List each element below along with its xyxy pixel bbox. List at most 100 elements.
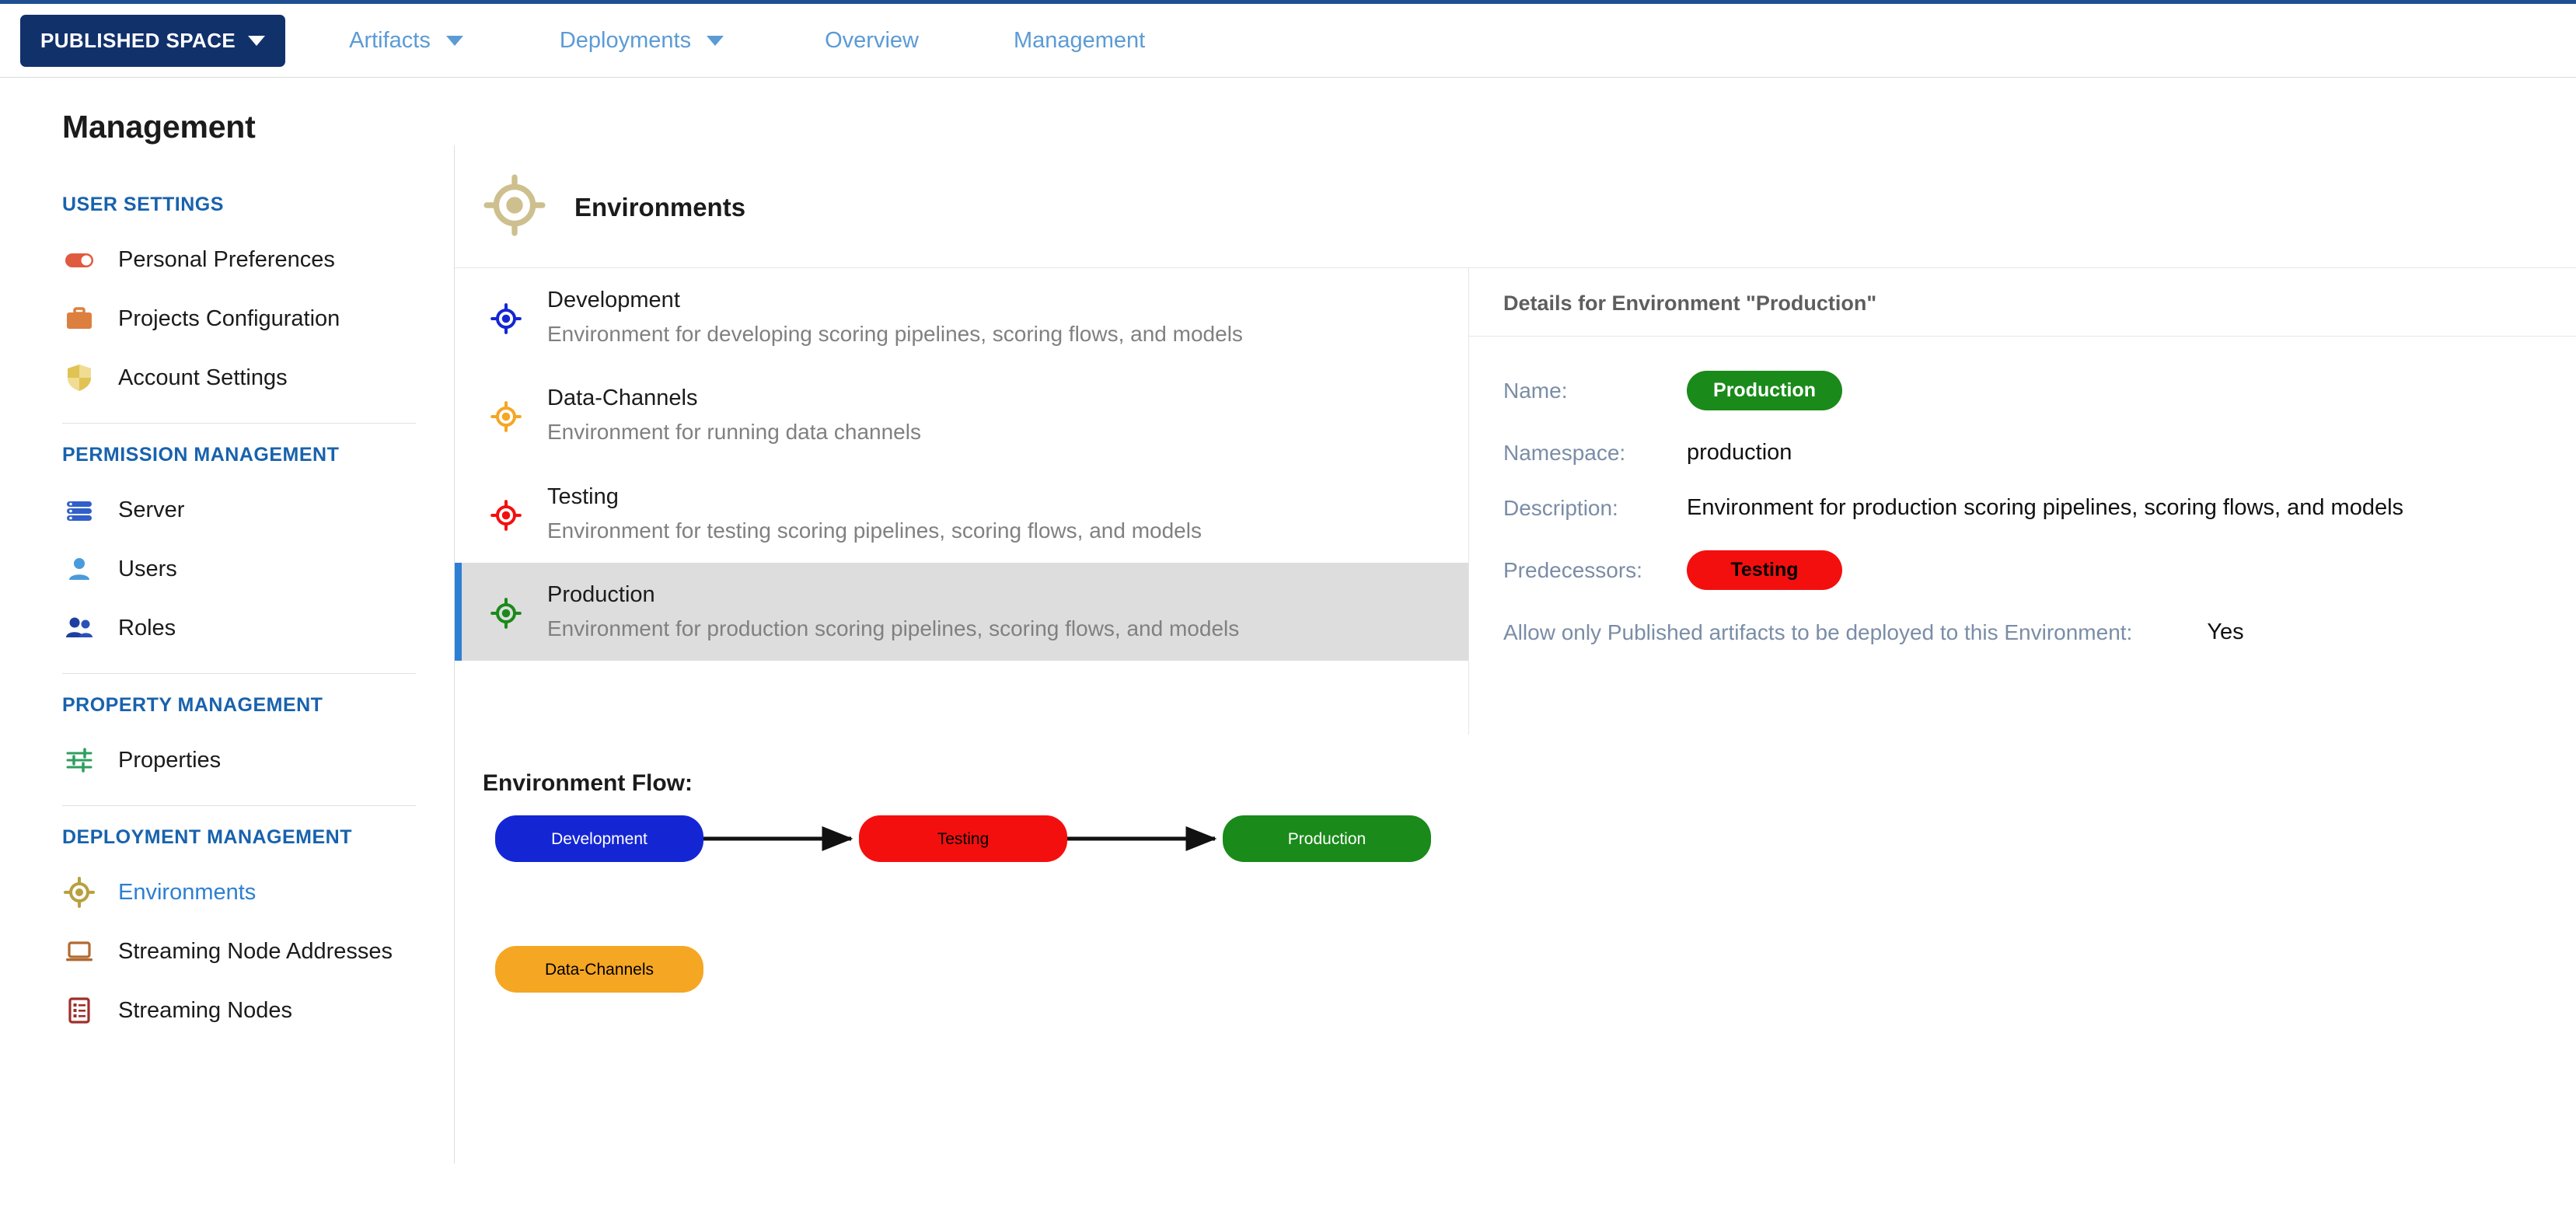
chevron-down-icon: [445, 35, 463, 46]
user-icon: [62, 552, 96, 586]
environment-list-item-data-channels[interactable]: Data-Channels Environment for running da…: [455, 366, 1468, 464]
environment-details-panel: Details for Environment "Production" Nam…: [1469, 268, 2576, 735]
detail-label-predecessors: Predecessors:: [1503, 557, 1642, 582]
detail-label-allow-published: Allow only Published artifacts to be dep…: [1503, 619, 2133, 644]
detail-row-namespace: Namespace: production: [1503, 440, 2576, 466]
sidebar-group-property-management: PROPERTY MANAGEMENT Properties: [0, 674, 454, 806]
sidebar-group-deployment-management: DEPLOYMENT MANAGEMENT Environments Strea…: [0, 806, 454, 1040]
sidebar-group-title-user-settings: USER SETTINGS: [62, 194, 224, 215]
detail-label-name: Name:: [1503, 378, 1568, 403]
detail-label-description: Description:: [1503, 495, 1618, 520]
flow-node-label: Development: [551, 830, 647, 848]
flow-node-label: Production: [1288, 830, 1366, 848]
sidebar-item-projects-configuration[interactable]: Projects Configuration: [0, 289, 454, 348]
page-body: USER SETTINGS Personal Preferences Proje…: [0, 145, 2576, 1164]
detail-row-allow-published: Allow only Published artifacts to be dep…: [1503, 619, 2576, 645]
nav-item-artifacts-label: Artifacts: [349, 27, 431, 53]
environment-details-heading: Details for Environment "Production": [1469, 268, 2576, 337]
crosshair-icon: [490, 400, 524, 437]
shield-icon: [62, 361, 96, 395]
sidebar-item-label: Properties: [118, 747, 222, 773]
crosshair-icon: [490, 499, 524, 536]
environment-name-badge: Production: [1687, 371, 1842, 410]
sidebar-item-account-settings[interactable]: Account Settings: [0, 348, 454, 407]
nav-item-overview-label: Overview: [825, 27, 919, 53]
detail-row-description: Description: Environment for production …: [1503, 495, 2576, 521]
sidebar-item-label: Users: [118, 556, 177, 581]
environment-description: Environment for testing scoring pipeline…: [547, 518, 1202, 543]
published-space-button[interactable]: PUBLISHED SPACE: [20, 14, 286, 67]
environment-list-item-testing[interactable]: Testing Environment for testing scoring …: [455, 465, 1468, 563]
sidebar-item-label: Roles: [118, 615, 176, 640]
laptop-icon: [62, 934, 96, 968]
environment-name: Testing: [547, 483, 619, 509]
sidebar-item-streaming-nodes[interactable]: Streaming Nodes: [0, 981, 454, 1040]
sidebar-item-label: Account Settings: [118, 365, 288, 390]
predecessor-badge: Testing: [1687, 550, 1842, 590]
sidebar: USER SETTINGS Personal Preferences Proje…: [0, 145, 455, 1164]
nav-item-deployments[interactable]: Deployments: [560, 28, 724, 54]
detail-value-namespace: production: [1687, 440, 1792, 465]
environment-name: Development: [547, 288, 680, 312]
environment-list: Development Environment for developing s…: [455, 268, 1469, 735]
sidebar-item-label: Streaming Node Addresses: [118, 938, 393, 964]
chevron-down-icon: [248, 35, 266, 46]
environment-list-item-development[interactable]: Development Environment for developing s…: [455, 268, 1468, 366]
sidebar-item-personal-preferences[interactable]: Personal Preferences: [0, 230, 454, 289]
nav-item-management[interactable]: Management: [1014, 28, 1145, 54]
environment-list-item-production[interactable]: Production Environment for production sc…: [455, 562, 1468, 661]
environment-name: Data-Channels: [547, 386, 698, 411]
list-card-icon: [62, 993, 96, 1028]
environment-name: Production: [547, 581, 655, 607]
sidebar-item-users[interactable]: Users: [0, 539, 454, 599]
environments-panel-title: Environments: [574, 192, 746, 222]
sidebar-group-title-permission-management: PERMISSION MANAGEMENT: [62, 444, 340, 466]
sidebar-group-title-deployment-management: DEPLOYMENT MANAGEMENT: [62, 826, 352, 848]
crosshair-icon: [62, 875, 96, 909]
nav-item-deployments-label: Deployments: [559, 27, 692, 53]
sidebar-item-label: Projects Configuration: [118, 305, 340, 331]
environment-flow-section: Environment Flow: Development Testing Prod…: [455, 735, 2576, 1049]
sidebar-item-label: Personal Preferences: [118, 246, 335, 272]
detail-row-name: Name: Production: [1503, 371, 2576, 410]
crosshair-icon: [490, 597, 524, 633]
environments-split: Development Environment for developing s…: [455, 268, 2576, 735]
page-title: Management: [62, 109, 256, 145]
flow-nodes: Development Testing Production Data-Channel…: [495, 815, 1431, 993]
sidebar-group-title-property-management: PROPERTY MANAGEMENT: [62, 694, 323, 716]
environments-panel-header: Environments: [455, 145, 2576, 268]
sidebar-item-server[interactable]: Server: [0, 480, 454, 539]
nav-item-artifacts[interactable]: Artifacts: [349, 28, 463, 54]
sidebar-item-label: Environments: [118, 879, 257, 905]
sliders-icon: [62, 743, 96, 777]
top-navigation-bar: PUBLISHED SPACE Artifacts Deployments Ov…: [0, 0, 2576, 78]
sidebar-item-roles[interactable]: Roles: [0, 599, 454, 658]
sidebar-item-environments[interactable]: Environments: [0, 863, 454, 922]
main-content: Environments Development Environment for…: [455, 145, 2576, 1164]
flow-node-label: Data-Channels: [545, 961, 654, 979]
detail-value-allow-published: Yes: [2207, 619, 2244, 644]
toggle-icon: [62, 243, 96, 277]
environment-description: Environment for developing scoring pipel…: [547, 322, 1243, 347]
crosshair-icon: [483, 173, 546, 241]
crosshair-icon: [490, 302, 524, 339]
environment-flow-diagram: Development Testing Production Data-Channel…: [483, 815, 1493, 1049]
sidebar-group-user-settings: USER SETTINGS Personal Preferences Proje…: [0, 173, 454, 424]
detail-label-namespace: Namespace:: [1503, 440, 1626, 465]
nav-item-management-label: Management: [1013, 27, 1146, 53]
sidebar-group-permission-management: PERMISSION MANAGEMENT Server Users Roles: [0, 424, 454, 674]
sidebar-item-label: Streaming Nodes: [118, 997, 293, 1023]
server-icon: [62, 493, 96, 527]
nav-items: Artifacts Deployments Overview Managemen…: [349, 28, 1145, 54]
environment-flow-title: Environment Flow:: [483, 770, 693, 796]
users-group-icon: [62, 611, 96, 645]
detail-value-description: Environment for production scoring pipel…: [1687, 495, 2404, 520]
sidebar-item-streaming-node-addresses[interactable]: Streaming Node Addresses: [0, 922, 454, 981]
sidebar-item-properties[interactable]: Properties: [0, 731, 454, 790]
chevron-down-icon: [707, 35, 724, 46]
briefcase-icon: [62, 302, 96, 336]
nav-item-overview[interactable]: Overview: [825, 28, 919, 54]
detail-row-predecessors: Predecessors: Testing: [1503, 550, 2576, 590]
sidebar-item-label: Server: [118, 497, 185, 522]
published-space-label: PUBLISHED SPACE: [40, 28, 236, 52]
